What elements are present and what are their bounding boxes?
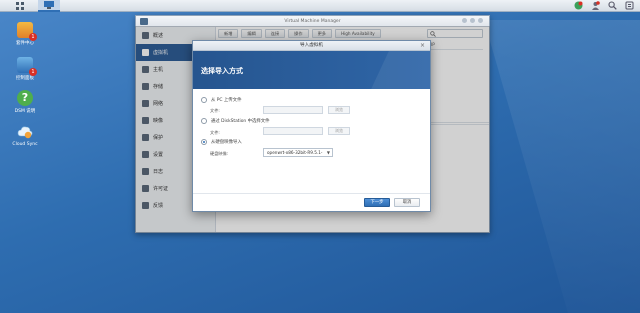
import-vm-dialog: 导入虚拟机 × 选择导入方式 从 PC 上传文件 文件: 浏览 通过 DiskS… [192,40,431,212]
option-label: 从硬盘映像导入 [211,140,242,145]
desktop-icon-dsm-help[interactable]: ? DSM 说明 [10,90,40,114]
close-icon[interactable]: × [420,41,425,51]
pc-browse-button[interactable]: 浏览 [328,106,350,114]
cloud-sync-icon [17,124,33,140]
option-label: 从 PC 上传文件 [211,98,242,103]
option-from-disk-image[interactable]: 从硬盘映像导入 [201,139,242,145]
control-panel-icon: 1 [17,57,37,76]
dialog-footer: 下一步 取消 [193,193,430,211]
desktop-icon-label: 套件中心 [16,41,34,46]
dialog-heading: 选择导入方式 [201,67,243,75]
disk-image-label: 硬盘映像: [210,151,229,156]
disk-image-select[interactable]: openwrt-x86-32bit-R9.5.1- ▼ [263,148,333,157]
file-label: 文件: [210,108,220,113]
taskbar-vmm-button[interactable] [38,0,60,12]
notification-badge: 1 [29,33,37,41]
desktop-icon-cloud-sync[interactable]: Cloud Sync [10,124,40,147]
radio-from-diskstation[interactable] [201,118,207,124]
window-title: Virtual Machine Manager [284,19,341,24]
dialog-banner: 选择导入方式 [193,51,430,89]
search-icon [608,1,617,10]
ds-browse-button[interactable]: 浏览 [328,127,350,135]
vmm-app-icon [140,18,148,25]
disk-image-value: openwrt-x86-32bit-R9.5.1- [267,150,323,155]
file-label: 文件: [210,130,220,135]
next-button[interactable]: 下一步 [364,198,390,207]
main-menu-icon [16,2,24,10]
banner-decoration [371,51,430,89]
vmm-app-icon [44,1,54,9]
user-button[interactable] [591,1,600,10]
package-center-icon: 1 [17,22,37,41]
options-icon [625,1,634,10]
desktop-icon-label: Cloud Sync [12,142,38,147]
user-icon [592,1,600,10]
minimize-button[interactable] [462,18,467,23]
option-upload-from-pc[interactable]: 从 PC 上传文件 [201,97,241,103]
notification-button[interactable] [574,1,583,10]
desktop-icon-package-center[interactable]: 1 套件中心 [10,22,40,46]
close-button[interactable] [478,18,483,23]
radio-upload-from-pc[interactable] [201,97,207,103]
ds-file-input[interactable] [263,127,323,135]
option-label: 通过 DiskStation 中选择文件 [211,119,270,124]
cancel-button[interactable]: 取消 [394,198,420,207]
dialog-title-bar[interactable]: 导入虚拟机 × [193,41,430,51]
main-menu-button[interactable] [12,0,28,12]
options-button[interactable] [625,1,634,10]
notification-icon [574,1,583,10]
maximize-button[interactable] [470,18,475,23]
chevron-down-icon: ▼ [326,150,330,155]
help-icon: ? [17,90,33,106]
pc-file-input[interactable] [263,106,323,114]
notification-badge: 1 [29,68,37,76]
search-button[interactable] [608,1,617,10]
desktop-icon-label: 控制面板 [16,76,34,81]
taskbar [0,0,640,12]
radio-from-disk-image[interactable] [201,139,207,145]
option-from-diskstation[interactable]: 通过 DiskStation 中选择文件 [201,118,270,124]
desktop-icon-label: DSM 说明 [14,109,36,114]
desktop-icon-control-panel[interactable]: 1 控制面板 [10,57,40,81]
dialog-title: 导入虚拟机 [300,43,323,48]
